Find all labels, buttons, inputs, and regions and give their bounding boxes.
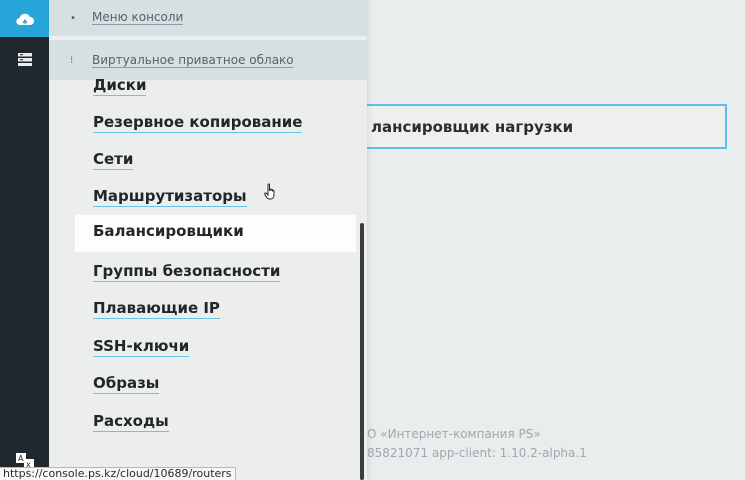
console-menu-link[interactable]: Меню консоли <box>92 10 184 25</box>
footer-company: О «Интернет-компания PS» <box>367 427 541 441</box>
load-balancer-card-title: лансировщик нагрузки <box>371 118 574 136</box>
menu-item-label: Диски <box>93 76 147 96</box>
menu-item-label: Резервное копирование <box>93 113 303 133</box>
svg-text:A: A <box>18 454 24 463</box>
menu-item-billing[interactable]: Расходы <box>75 405 356 442</box>
bullet-icon: • <box>70 12 76 24</box>
cloud-menu-button[interactable] <box>0 0 49 37</box>
menu-item-networks[interactable]: Сети <box>75 143 356 180</box>
cloud-icon <box>15 13 34 25</box>
left-rail: A x <box>0 0 49 480</box>
load-balancer-card[interactable]: лансировщик нагрузки <box>349 104 727 149</box>
menu-item-label: Группы безопасности <box>93 262 281 282</box>
menu-item-floating-ip[interactable]: Плавающие IP <box>75 292 356 329</box>
panel-scrollbar[interactable] <box>360 223 364 480</box>
menu-item-label: Маршрутизаторы <box>93 187 247 207</box>
status-bar-url: https://console.ps.kz/cloud/10689/router… <box>0 467 236 480</box>
menu-item-label: Сети <box>93 150 134 170</box>
menu-item-disks[interactable]: Диски <box>75 69 356 106</box>
menu-item-ssh-keys[interactable]: SSH-ключи <box>75 330 356 367</box>
footer-version: 85821071 app-client: 1.10.2-alpha.1 <box>367 446 587 460</box>
vertical-dots-icon: ⁝ <box>70 54 74 66</box>
navigation-panel: • Меню консоли ⁝ Виртуальное приватное о… <box>49 0 367 480</box>
menu-item-label: Расходы <box>93 412 169 432</box>
console-page: лансировщик нагрузки О «Интернет-компани… <box>0 0 745 480</box>
menu-item-label: Балансировщики <box>93 222 244 240</box>
server-stack-icon <box>17 52 32 66</box>
menu-item-label: SSH-ключи <box>93 337 190 357</box>
vpc-link[interactable]: Виртуальное приватное облако <box>92 53 294 68</box>
menu-item-backups[interactable]: Резервное копирование <box>75 106 356 143</box>
menu-item-balancers[interactable]: Балансировщики <box>75 215 356 252</box>
hand-pointer-icon <box>264 183 275 200</box>
console-menu-header[interactable]: • Меню консоли <box>49 0 367 36</box>
menu-item-label: Плавающие IP <box>93 299 220 319</box>
menu-item-images[interactable]: Образы <box>75 367 356 404</box>
menu-item-routers[interactable]: Маршрутизаторы <box>75 180 356 217</box>
menu-item-label: Образы <box>93 374 160 394</box>
servers-menu-button[interactable] <box>0 41 49 78</box>
menu-item-security-groups[interactable]: Группы безопасности <box>75 255 356 292</box>
